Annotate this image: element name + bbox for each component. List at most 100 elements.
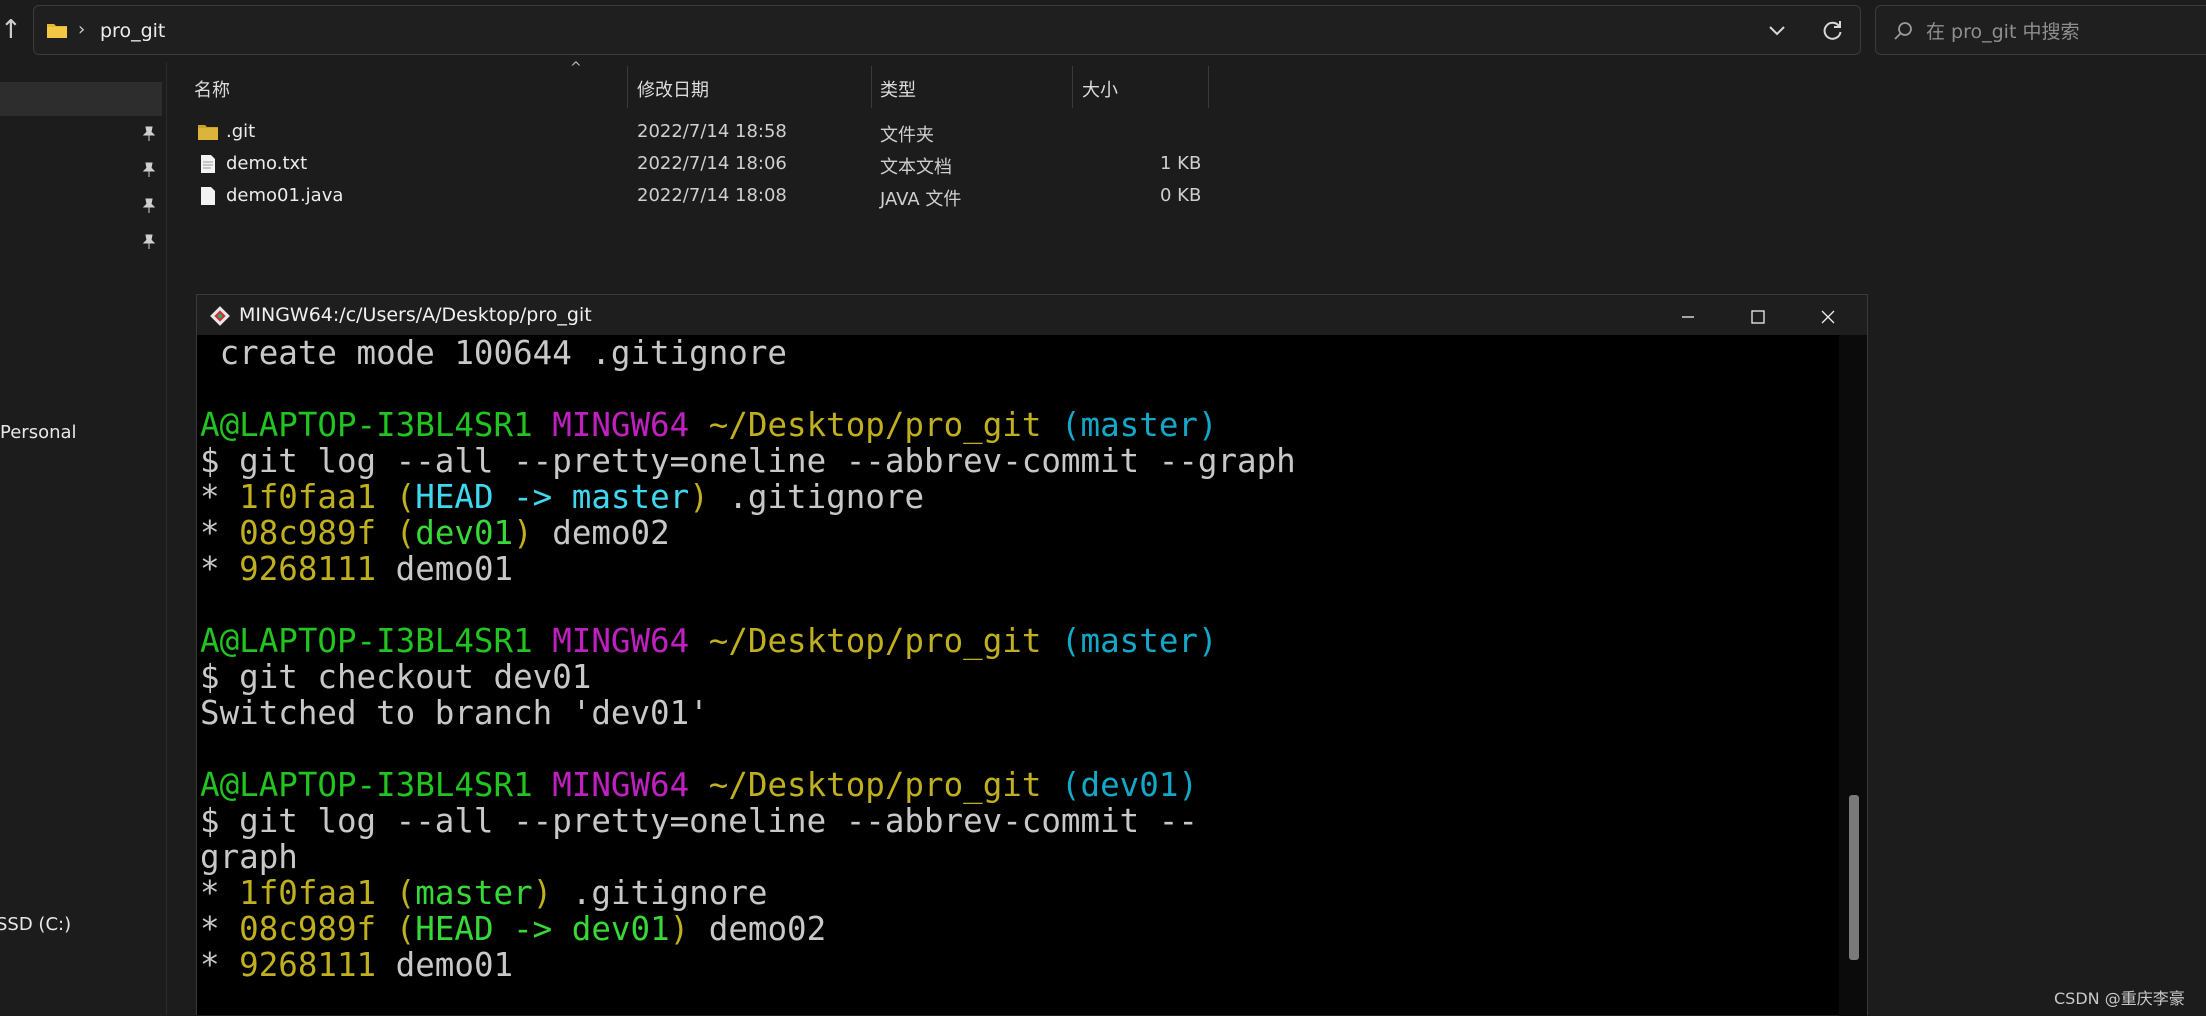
graph-line: * 9268111 demo01 bbox=[200, 550, 514, 588]
explorer-toolbar: ↑ › pro_git bbox=[0, 0, 2206, 62]
file-size: 0 KB bbox=[1160, 185, 1202, 206]
column-divider[interactable] bbox=[627, 66, 628, 108]
column-divider[interactable] bbox=[1072, 66, 1073, 108]
file-modified: 2022/7/14 18:06 bbox=[637, 153, 787, 174]
search-icon bbox=[1894, 22, 1912, 40]
column-divider[interactable] bbox=[871, 66, 872, 108]
nav-item-drive-c[interactable]: SSD (C:) bbox=[0, 914, 71, 935]
prompt-system: MINGW64 bbox=[552, 766, 690, 804]
graph-line: * 1f0faa1 (master) .gitignore bbox=[200, 874, 768, 912]
terminal-window[interactable]: MINGW64:/c/Users/A/Desktop/pro_git creat… bbox=[196, 294, 1868, 1016]
scrollbar-thumb[interactable] bbox=[1849, 795, 1859, 960]
commit-message: demo02 bbox=[689, 910, 827, 948]
commit-hash: 08c989f bbox=[239, 514, 377, 552]
commit-hash: 1f0faa1 bbox=[239, 874, 377, 912]
commit-message: demo01 bbox=[376, 946, 514, 984]
file-modified: 2022/7/14 18:58 bbox=[637, 121, 787, 142]
file-list: ^ 名称 修改日期 类型 大小 .git 2022/7/14 18:58 文件夹… bbox=[172, 60, 2206, 302]
graph-line: * 08c989f (HEAD -> dev01) demo02 bbox=[200, 910, 827, 948]
prompt-system: MINGW64 bbox=[552, 622, 690, 660]
prompt-path: ~/Desktop/pro_git bbox=[708, 622, 1042, 660]
file-row-git[interactable]: .git 2022/7/14 18:58 文件夹 bbox=[172, 116, 1212, 148]
column-header-type[interactable]: 类型 bbox=[880, 76, 916, 102]
close-icon bbox=[1821, 310, 1835, 323]
minimize-icon bbox=[1682, 315, 1694, 318]
terminal-prompt: A@LAPTOP-I3BL4SR1 MINGW64 ~/Desktop/pro_… bbox=[197, 767, 1837, 803]
column-header-modified[interactable]: 修改日期 bbox=[637, 76, 709, 102]
graph-line: * 1f0faa1 (HEAD -> master) .gitignore bbox=[200, 478, 925, 516]
graph-line: * 08c989f (dev01) demo02 bbox=[200, 514, 670, 552]
chevron-down-icon[interactable] bbox=[1762, 17, 1792, 45]
commit-message: demo01 bbox=[376, 550, 514, 588]
file-row-demo01-java[interactable]: demo01.java 2022/7/14 18:08 JAVA 文件 0 KB bbox=[172, 180, 1212, 212]
file-row-demo-txt[interactable]: demo.txt 2022/7/14 18:06 文本文档 1 KB bbox=[172, 148, 1212, 180]
prompt-user: A@LAPTOP-I3BL4SR1 bbox=[200, 406, 533, 444]
watermark: CSDN @重庆李豪 bbox=[2054, 989, 2185, 1008]
terminal-line: create mode 100644 .gitignore bbox=[200, 335, 787, 372]
commit-hash: 9268111 bbox=[239, 550, 377, 588]
commit-ref: master bbox=[415, 874, 533, 912]
commit-hash: 1f0faa1 bbox=[239, 478, 377, 516]
java-file-icon bbox=[201, 187, 215, 205]
file-size: 1 KB bbox=[1160, 153, 1202, 174]
breadcrumb-pro-git[interactable]: pro_git bbox=[100, 20, 165, 42]
maximize-button[interactable] bbox=[1723, 295, 1793, 335]
sort-ascending-icon: ^ bbox=[570, 60, 582, 76]
prompt-user: A@LAPTOP-I3BL4SR1 bbox=[200, 766, 533, 804]
up-arrow-icon[interactable]: ↑ bbox=[0, 10, 22, 50]
graph-line: * 9268111 demo01 bbox=[200, 946, 514, 984]
column-divider[interactable] bbox=[1208, 66, 1209, 108]
commit-message: .gitignore bbox=[552, 874, 768, 912]
terminal-title: MINGW64:/c/Users/A/Desktop/pro_git bbox=[239, 304, 592, 326]
search-box[interactable] bbox=[1875, 5, 2206, 55]
nav-item-personal[interactable]: Personal bbox=[0, 422, 77, 443]
terminal-command: $ git checkout dev01 bbox=[200, 658, 592, 696]
pin-icon bbox=[142, 234, 156, 249]
minimize-button[interactable] bbox=[1653, 295, 1723, 335]
terminal-command: $ git log --all --pretty=oneline --abbre… bbox=[200, 802, 1198, 840]
commit-ref: HEAD -> master bbox=[415, 478, 690, 516]
commit-message: .gitignore bbox=[708, 478, 925, 516]
nav-item-selected[interactable] bbox=[0, 82, 162, 116]
terminal-output-line: Switched to branch 'dev01' bbox=[200, 694, 709, 732]
file-type: 文件夹 bbox=[880, 125, 934, 146]
refresh-icon[interactable] bbox=[1818, 17, 1848, 45]
folder-icon bbox=[47, 24, 67, 38]
prompt-user: A@LAPTOP-I3BL4SR1 bbox=[200, 622, 533, 660]
prompt-branch: (master) bbox=[1060, 406, 1218, 444]
file-name: .git bbox=[226, 121, 256, 142]
file-type: JAVA 文件 bbox=[880, 189, 962, 210]
terminal-scrollbar[interactable] bbox=[1839, 335, 1867, 1016]
text-file-icon bbox=[201, 155, 215, 173]
commit-ref: dev01 bbox=[415, 514, 514, 552]
pin-icon bbox=[142, 162, 156, 177]
close-button[interactable] bbox=[1793, 295, 1863, 335]
prompt-path: ~/Desktop/pro_git bbox=[708, 406, 1042, 444]
maximize-icon bbox=[1751, 309, 1765, 324]
file-modified: 2022/7/14 18:08 bbox=[637, 185, 787, 206]
terminal-output[interactable]: create mode 100644 .gitignore A@LAPTOP-I… bbox=[197, 335, 1837, 1016]
file-name: demo01.java bbox=[226, 185, 344, 206]
address-bar[interactable]: › pro_git bbox=[33, 5, 1861, 55]
column-header-size[interactable]: 大小 bbox=[1082, 76, 1118, 102]
prompt-system: MINGW64 bbox=[552, 406, 690, 444]
git-bash-icon bbox=[210, 306, 230, 326]
file-type: 文本文档 bbox=[880, 157, 952, 178]
pin-icon bbox=[142, 126, 156, 141]
commit-message: demo02 bbox=[532, 514, 670, 552]
commit-ref: HEAD -> dev01 bbox=[415, 910, 670, 948]
prompt-branch: (dev01) bbox=[1060, 766, 1198, 804]
terminal-command: $ git log --all --pretty=oneline --abbre… bbox=[200, 442, 1296, 480]
prompt-branch: (master) bbox=[1060, 622, 1218, 660]
search-input[interactable] bbox=[1924, 16, 2206, 48]
prompt-path: ~/Desktop/pro_git bbox=[708, 766, 1042, 804]
file-name: demo.txt bbox=[226, 153, 308, 174]
column-header-name[interactable]: 名称 bbox=[194, 76, 230, 102]
terminal-titlebar[interactable]: MINGW64:/c/Users/A/Desktop/pro_git bbox=[197, 295, 1867, 335]
terminal-command-wrap: graph bbox=[200, 838, 298, 876]
navigation-pane: Personal SSD (C:) bbox=[0, 62, 167, 1015]
commit-hash: 08c989f bbox=[239, 910, 377, 948]
